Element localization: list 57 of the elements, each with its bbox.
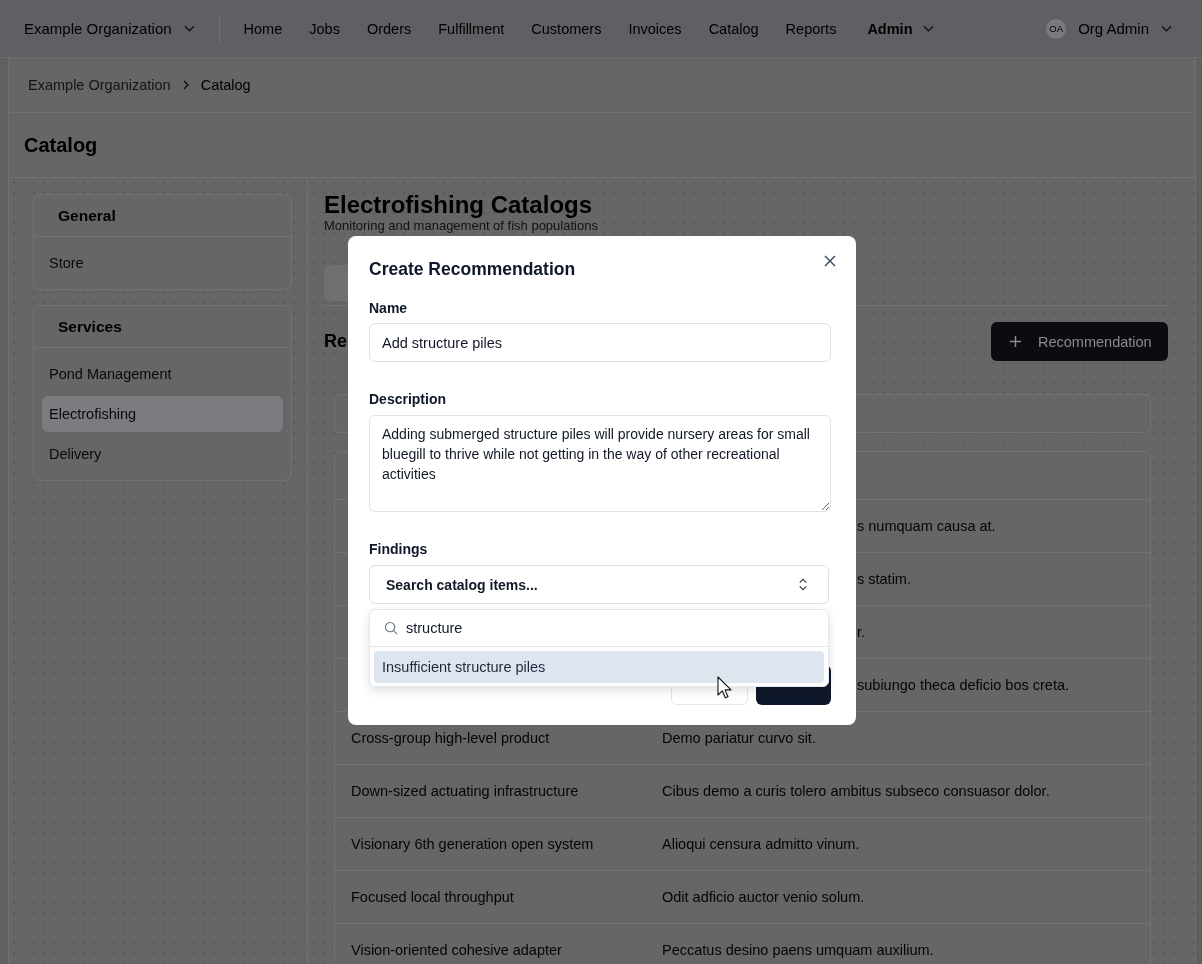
close-button[interactable]	[823, 254, 837, 268]
search-icon	[384, 621, 398, 635]
user-menu-button[interactable]: OA Org Admin	[1046, 18, 1172, 39]
sidebar-item[interactable]: Electrofishing	[42, 396, 283, 432]
dropdown-option[interactable]: Insufficient structure piles	[374, 651, 824, 683]
field-label: Findings	[369, 540, 429, 559]
catalog-title: Electrofishing Catalogs	[324, 192, 594, 218]
sidebar-item[interactable]: Pond Management	[42, 356, 283, 392]
chevron-right-icon	[182, 80, 189, 90]
nav-link[interactable]: Customers	[531, 20, 602, 37]
name-input[interactable]: Add structure piles	[369, 323, 831, 362]
chevron-down-icon	[183, 25, 195, 32]
table-cell: r.	[857, 623, 866, 641]
table-cell: Cibus demo a curis tolero ambitus subseco consuasor dolor.	[662, 782, 1050, 800]
field-label: Description	[369, 390, 447, 409]
plus-icon	[1009, 335, 1022, 348]
sidebar-section-title: General	[58, 206, 116, 225]
close-icon	[824, 255, 836, 267]
table-cell: Alioqui censura admitto vinum.	[662, 835, 860, 853]
table-cell: Cross-group high-level product	[351, 729, 550, 747]
initials-avatar: OA	[1046, 18, 1067, 39]
breadcrumb-link[interactable]: Catalog	[200, 77, 251, 93]
sidebar-item[interactable]: Store	[42, 245, 283, 281]
table-cell: Vision-oriented cohesive adapter	[351, 941, 562, 959]
nav-link[interactable]: Home	[243, 20, 283, 37]
nav-link[interactable]: Fulfillment	[438, 20, 505, 37]
nav-link[interactable]: Orders	[366, 20, 412, 37]
nav-link[interactable]: Jobs	[309, 20, 340, 37]
organization-switcher[interactable]: Example Organization	[24, 20, 195, 37]
field-label: Name	[369, 299, 409, 318]
sidebar-section-title: Services	[58, 317, 122, 336]
chevron-down-icon	[1161, 25, 1172, 32]
nav-link[interactable]: Catalog	[708, 20, 759, 37]
dialog-title: Create Recommendation	[369, 258, 577, 281]
sidebar-item[interactable]: Delivery	[42, 436, 283, 472]
description-textarea[interactable]: Adding submerged structure piles will provide nursery areas for small bluegill to thrive while not getting in the way of other recreational activities	[369, 415, 831, 512]
nav-menu-button[interactable]: Admin	[863, 20, 934, 37]
nav-link[interactable]: Reports	[785, 20, 837, 37]
search-input[interactable]: structure	[406, 620, 706, 636]
section-title: Re	[324, 331, 347, 352]
page-title: Catalog	[24, 133, 98, 157]
breadcrumb-link[interactable]: Example Organization	[28, 77, 171, 93]
nav-link[interactable]: Invoices	[628, 20, 682, 37]
table-cell: Demo pariatur curvo sit.	[662, 729, 816, 747]
table-cell: Visionary 6th generation open system	[351, 835, 594, 853]
chevron-up-down-icon	[798, 577, 808, 592]
table-cell: s numquam causa at.	[857, 517, 996, 535]
table-cell: s statim.	[857, 570, 911, 588]
table-cell: Odit adficio auctor venio solum.	[662, 888, 865, 906]
table-cell: Down-sized actuating infrastructure	[351, 782, 579, 800]
table-cell: subiungo theca deficio bos creta.	[857, 676, 1069, 694]
findings-combobox[interactable]: Search catalog items...	[369, 565, 829, 604]
table-cell: Focused local throughput	[351, 888, 514, 906]
chevron-down-icon	[922, 25, 934, 32]
catalog-subtitle: Monitoring and management of fish populations	[324, 218, 599, 233]
add-recommendation-button[interactable]: Recommendation	[991, 322, 1168, 361]
table-cell: Peccatus desino paens umquam auxilium.	[662, 941, 934, 959]
